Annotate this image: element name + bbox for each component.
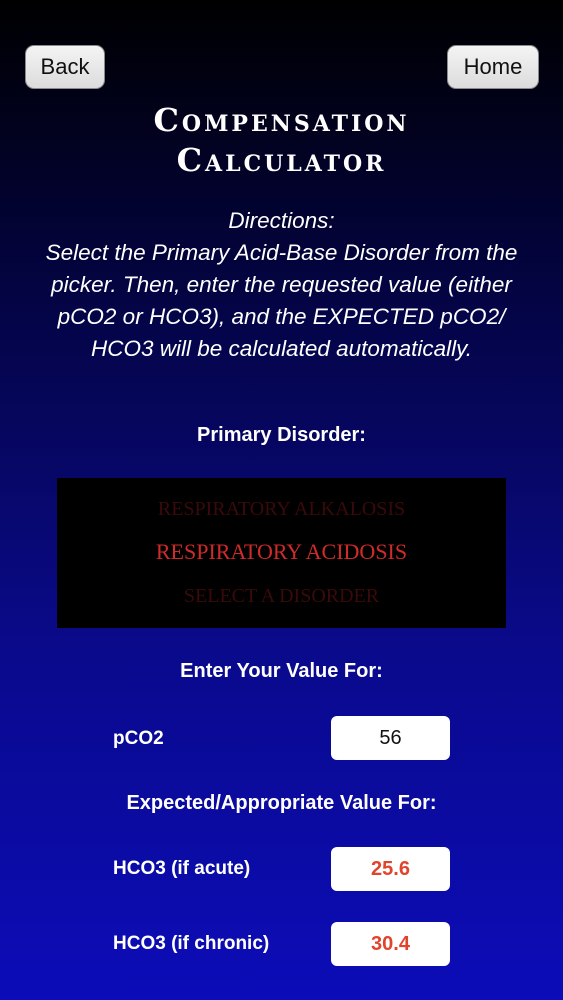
pco2-field-label: pCO2 bbox=[113, 728, 164, 749]
hco3-acute-value: 25.6 bbox=[331, 847, 450, 891]
directions-heading: Directions: bbox=[228, 208, 335, 233]
hco3-chronic-label: HCO3 (if chronic) bbox=[113, 933, 270, 954]
picker-option-above[interactable]: RESPIRATORY ALKALOSIS bbox=[57, 498, 506, 521]
directions: Directions: Select the Primary Acid-Base… bbox=[40, 205, 523, 365]
directions-text: Select the Primary Acid-Base Disorder fr… bbox=[45, 240, 518, 361]
enter-value-label: Enter Your Value For: bbox=[180, 660, 383, 682]
picker-option-selected[interactable]: RESPIRATORY ACIDOSIS bbox=[57, 539, 506, 565]
picker-option-below[interactable]: SELECT A DISORDER bbox=[57, 585, 506, 608]
disorder-picker[interactable]: RESPIRATORY ALKALOSIS RESPIRATORY ACIDOS… bbox=[57, 478, 506, 628]
page-title: Compensation Calculator bbox=[0, 100, 563, 180]
title-line-1: Compensation bbox=[153, 101, 410, 139]
primary-disorder-label: Primary Disorder: bbox=[197, 424, 366, 446]
hco3-chronic-value: 30.4 bbox=[331, 922, 450, 966]
back-button[interactable]: Back bbox=[25, 45, 105, 89]
pco2-input[interactable] bbox=[331, 716, 450, 760]
title-line-2: Calculator bbox=[176, 141, 387, 179]
home-button[interactable]: Home bbox=[447, 45, 539, 89]
expected-value-label: Expected/Appropriate Value For: bbox=[126, 792, 437, 814]
hco3-acute-label: HCO3 (if acute) bbox=[113, 858, 251, 879]
